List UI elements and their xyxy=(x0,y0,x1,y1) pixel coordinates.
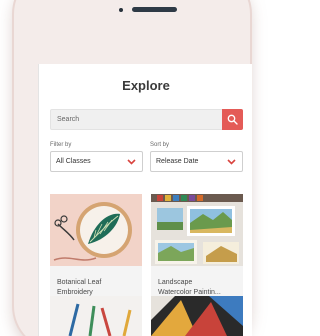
class-title: Landscape Watercolor Paintin... xyxy=(158,279,221,296)
sort-by-value: Release Date xyxy=(156,158,199,165)
search-input[interactable]: Search xyxy=(57,116,79,123)
earpiece-speaker xyxy=(132,7,177,12)
page-title: Explore xyxy=(122,78,170,93)
search-button[interactable] xyxy=(222,109,243,130)
search-bar[interactable]: Search xyxy=(50,109,243,130)
chevron-down-icon xyxy=(227,159,236,165)
filter-by-label: Filter by xyxy=(50,142,72,148)
class-title: Botanical Leaf Embroidery xyxy=(57,279,102,296)
watercolor-painting-image xyxy=(151,194,243,266)
proximity-sensor xyxy=(119,8,123,12)
filter-by-dropdown[interactable]: All Classes xyxy=(50,151,143,172)
class-card-image-partial xyxy=(50,296,142,336)
sort-by-dropdown[interactable]: Release Date xyxy=(150,151,243,172)
sort-by-label: Sort by xyxy=(150,142,170,148)
class-card-image-partial xyxy=(151,296,243,336)
search-icon xyxy=(227,114,238,125)
filter-by-value: All Classes xyxy=(56,158,91,165)
chevron-down-icon xyxy=(127,159,136,165)
embroidery-hoop-image xyxy=(50,194,142,266)
app-screen: Explore Search Filter by All Classes Sor… xyxy=(38,64,252,336)
